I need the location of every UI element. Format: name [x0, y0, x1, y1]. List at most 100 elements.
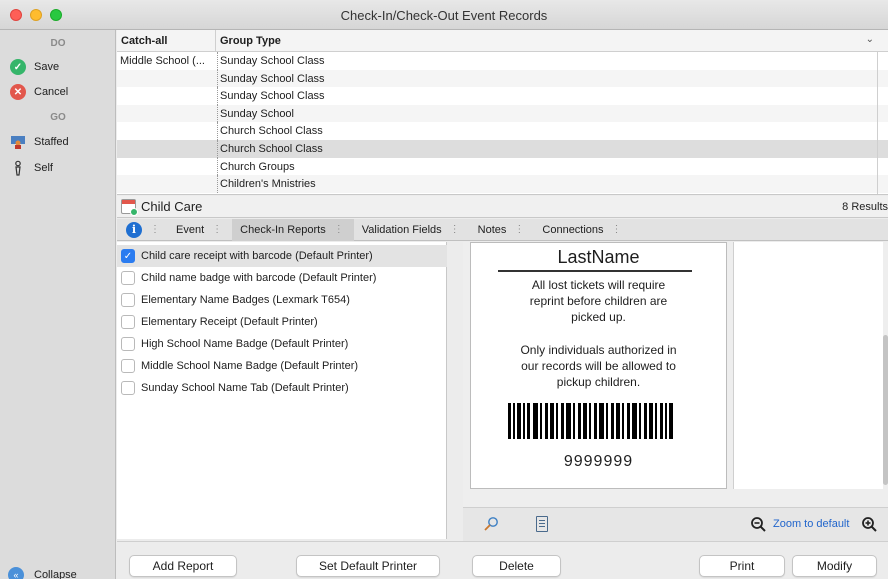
cell-divider [217, 175, 218, 193]
report-label: Elementary Receipt (Default Printer) [141, 316, 318, 328]
table-header: Catch-all Group Type ⌄ [117, 30, 888, 52]
search-icon[interactable] [483, 516, 499, 532]
self-label: Self [34, 162, 53, 174]
ticket-message-line: picked up. [571, 310, 626, 324]
report-label: Elementary Name Badges (Lexmark T654) [141, 294, 350, 306]
report-label: High School Name Badge (Default Printer) [141, 338, 349, 350]
barcode-image [508, 403, 673, 439]
double-chevron-left-icon: « [8, 567, 24, 579]
barcode-number: 9999999 [563, 453, 634, 470]
list-item[interactable]: High School Name Badge (Default Printer) [117, 333, 447, 355]
window-title: Check-In/Check-Out Event Records [340, 8, 548, 23]
zoom-in-icon[interactable] [861, 516, 877, 532]
table-row[interactable]: Middle School (... Sunday School Class [117, 52, 888, 70]
tab-connections[interactable]: Connections ⋮ [534, 219, 631, 241]
set-default-printer-button[interactable]: Set Default Printer [296, 555, 440, 577]
cell-group-type: Church School Class [220, 142, 323, 155]
add-report-button[interactable]: Add Report [129, 555, 237, 577]
cell-group-type: Sunday School Class [220, 72, 325, 85]
ticket-message-line: reprint before children are [529, 294, 668, 308]
column-header-catch-all[interactable]: Catch-all [121, 35, 167, 47]
report-checkbox[interactable]: ✓ [121, 249, 135, 263]
report-checkbox[interactable] [121, 293, 135, 307]
report-checkbox[interactable] [121, 337, 135, 351]
list-item[interactable]: ✓ Child care receipt with barcode (Defau… [117, 245, 447, 267]
cell-divider [217, 104, 218, 123]
tab-label: Check-In Reports [240, 223, 326, 236]
table-scrollbar[interactable] [877, 52, 878, 194]
staffed-button[interactable]: Staffed [10, 132, 110, 152]
group-title: Child Care [141, 199, 203, 214]
list-item[interactable]: Elementary Receipt (Default Printer) [117, 311, 447, 333]
table-row[interactable]: Church School Class [117, 122, 888, 140]
results-count: 8 Results [842, 201, 888, 213]
table-row[interactable]: Sunday School Class [117, 69, 888, 88]
list-item[interactable]: Middle School Name Badge (Default Printe… [117, 355, 447, 377]
print-button[interactable]: Print [699, 555, 785, 577]
title-bar: Check-In/Check-Out Event Records [0, 0, 888, 30]
tab-validation-fields[interactable]: Validation Fields ⋮ [354, 219, 470, 241]
tab-separator: ⋮ [333, 224, 344, 235]
cell-catch-all: Middle School (... [120, 55, 205, 67]
report-checkbox[interactable] [121, 271, 135, 285]
ticket-last-name: LastName [557, 247, 640, 267]
tab-separator: ⋮ [514, 224, 525, 235]
report-label: Child name badge with barcode (Default P… [141, 272, 377, 284]
zoom-to-default-link[interactable]: Zoom to default [773, 518, 849, 530]
cancel-x-icon: ✕ [10, 84, 26, 100]
list-item[interactable]: Sunday School Name Tab (Default Printer) [117, 377, 447, 399]
list-item[interactable]: Child name badge with barcode (Default P… [117, 267, 447, 289]
tab-separator: ⋮ [150, 224, 160, 235]
report-checkbox[interactable] [121, 359, 135, 373]
tab-check-in-reports[interactable]: Check-In Reports ⋮ [232, 218, 354, 241]
ticket-message-line: All lost tickets will require [531, 278, 666, 292]
report-label: Middle School Name Badge (Default Printe… [141, 360, 359, 372]
group-bar: Child Care 8 Results [117, 196, 888, 218]
cell-group-type: Sunday School [220, 107, 294, 120]
report-checkbox[interactable] [121, 381, 135, 395]
self-button[interactable]: Self [10, 158, 110, 178]
cell-group-type: Children's Mnistries [220, 178, 316, 191]
chevron-down-icon[interactable]: ⌄ [866, 34, 874, 45]
save-label: Save [34, 61, 60, 73]
report-checkbox[interactable] [121, 315, 135, 329]
list-item[interactable]: Elementary Name Badges (Lexmark T654) [117, 289, 447, 311]
cell-divider [217, 157, 218, 176]
document-icon[interactable] [536, 516, 548, 532]
column-divider [215, 30, 216, 52]
preview-toolbar: Zoom to default [463, 507, 888, 541]
checkmark-icon: ✓ [10, 59, 26, 75]
table-row[interactable]: Church Groups [117, 157, 888, 176]
table-row[interactable]: Sunday School [117, 104, 888, 123]
collapse-button[interactable]: « Collapse [8, 567, 77, 579]
tab-notes[interactable]: Notes ⋮ [470, 219, 535, 241]
cell-divider [217, 69, 218, 88]
cell-divider [217, 139, 218, 158]
column-header-group-type[interactable]: Group Type [220, 35, 281, 47]
cell-divider [217, 87, 218, 105]
info-icon[interactable]: i [126, 221, 142, 238]
delete-button[interactable]: Delete [472, 555, 561, 577]
divider [498, 270, 692, 272]
tab-label: Notes [477, 223, 507, 236]
table-row[interactable]: Children's Mnistries [117, 175, 888, 193]
calendar-icon [121, 199, 138, 216]
table-row[interactable]: Sunday School Class [117, 87, 888, 105]
cell-divider [217, 122, 218, 140]
report-label: Sunday School Name Tab (Default Printer) [141, 382, 349, 394]
ticket-message-line: our records will be allowed to [521, 359, 676, 373]
tab-event[interactable]: Event ⋮ [168, 219, 232, 241]
cell-group-type: Sunday School Class [220, 90, 325, 103]
cancel-button[interactable]: ✕ Cancel [10, 82, 110, 102]
save-button[interactable]: ✓ Save [10, 57, 110, 77]
ticket-message-line: Only individuals authorized in [520, 343, 677, 357]
cell-group-type: Sunday School Class [220, 55, 325, 67]
tab-bar: i ⋮ Event ⋮ Check-In Reports ⋮ Validatio… [117, 218, 888, 241]
preview-scrollbar[interactable] [883, 335, 888, 485]
zoom-out-icon[interactable] [750, 516, 766, 532]
modify-button[interactable]: Modify [792, 555, 877, 577]
tab-label: Connections [542, 223, 604, 236]
collapse-label: Collapse [34, 569, 77, 579]
tab-separator: ⋮ [611, 224, 622, 235]
table-row-selected[interactable]: Church School Class [117, 139, 888, 158]
